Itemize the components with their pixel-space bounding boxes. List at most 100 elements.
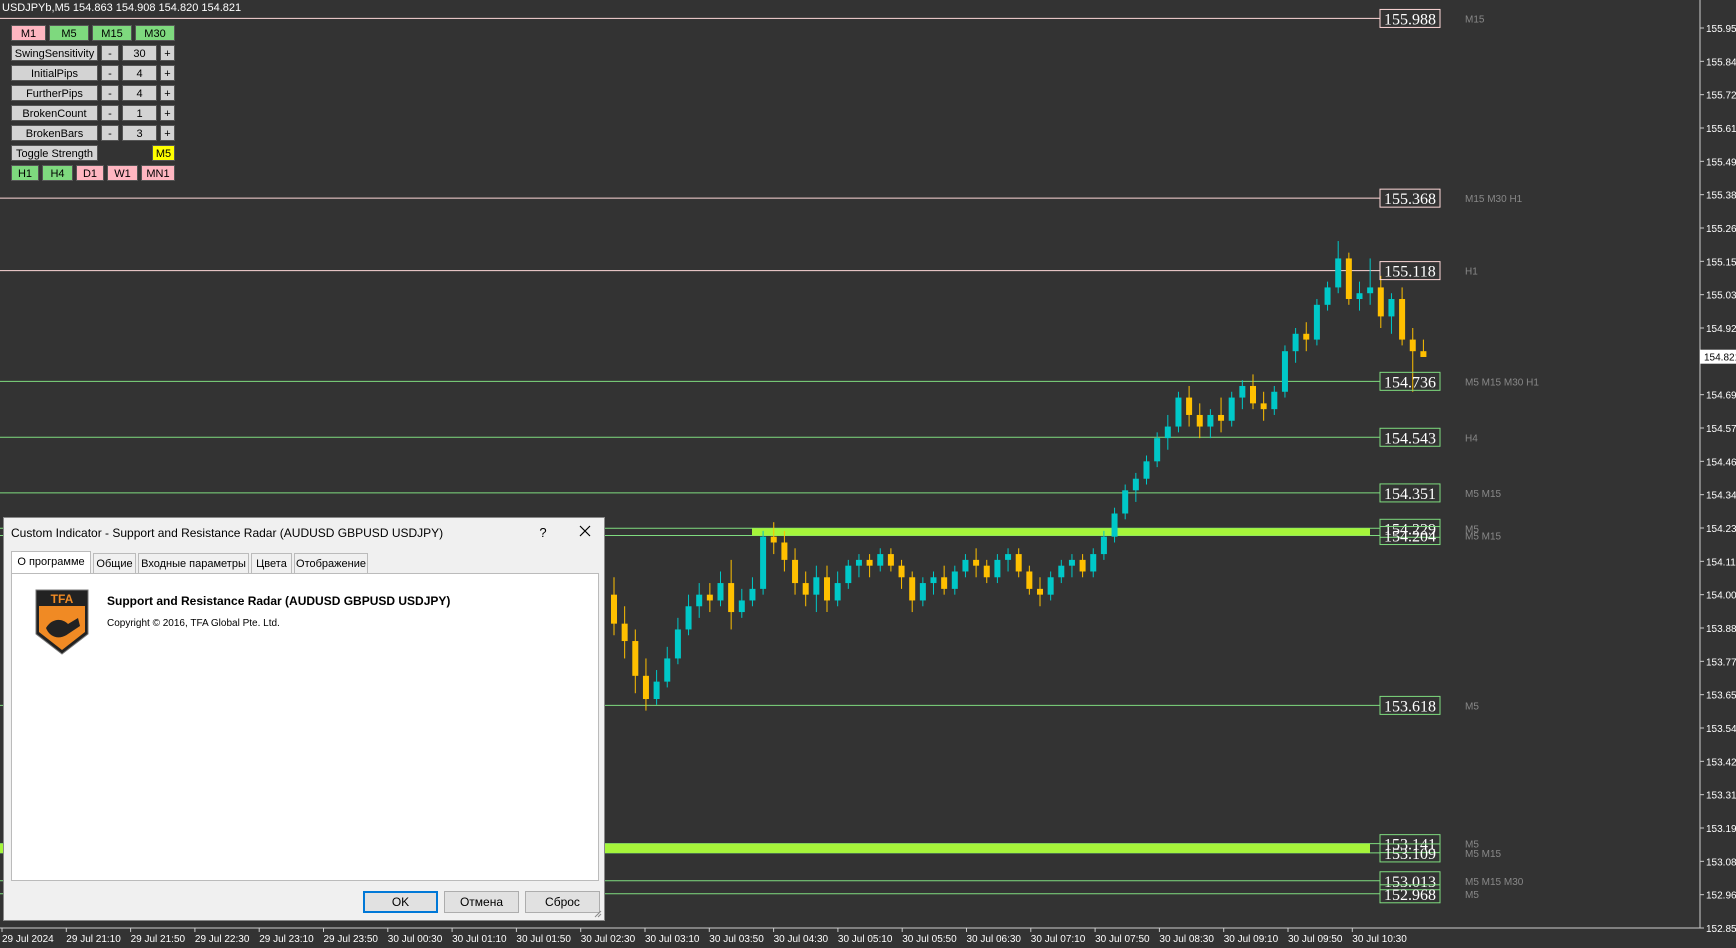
price-tick-label: 153.080 xyxy=(1706,857,1736,868)
tfa-logo: TFA xyxy=(35,589,89,655)
help-button[interactable]: ? xyxy=(532,522,554,544)
param-value: 4 xyxy=(122,85,157,101)
candle-body xyxy=(642,675,649,700)
candle-body xyxy=(1079,559,1086,572)
candle-body xyxy=(973,559,980,566)
toggle-strength-button[interactable]: Toggle Strength xyxy=(11,145,98,161)
tf-button-m5[interactable]: M5 xyxy=(49,25,89,41)
decrement-button[interactable]: - xyxy=(101,65,119,81)
candle-body xyxy=(1239,385,1246,398)
candle-body xyxy=(1207,414,1214,427)
candle-body xyxy=(1356,293,1363,300)
cancel-button[interactable]: Отмена xyxy=(444,891,519,913)
candle-body xyxy=(1260,403,1267,410)
current-price-label: 154.821 xyxy=(1704,353,1736,364)
level-price-label: 154.543 xyxy=(1384,430,1436,447)
candle-body xyxy=(696,594,703,607)
level-timeframes: H4 xyxy=(1465,433,1478,444)
decrement-button[interactable]: - xyxy=(101,45,119,61)
tab-inputs[interactable]: Входные параметры xyxy=(138,553,249,573)
decrement-button[interactable]: - xyxy=(101,125,119,141)
decrement-button[interactable]: - xyxy=(101,85,119,101)
time-tick-label: 29 Jul 23:10 xyxy=(259,934,314,945)
ok-button[interactable]: OK xyxy=(363,891,438,913)
price-tick-label: 152.965 xyxy=(1706,891,1736,902)
price-tick-label: 155.955 xyxy=(1706,24,1736,35)
decrement-button[interactable]: - xyxy=(101,105,119,121)
level-price-label: 154.204 xyxy=(1384,529,1436,546)
candle-body xyxy=(1143,461,1150,479)
time-tick-label: 29 Jul 21:50 xyxy=(131,934,186,945)
candle-body xyxy=(834,583,841,601)
candle-body xyxy=(824,577,830,601)
candle-body xyxy=(728,583,735,613)
time-tick-label: 30 Jul 06:30 xyxy=(967,934,1022,945)
level-timeframes: M5 xyxy=(1465,890,1479,901)
price-tick-label: 155.265 xyxy=(1706,224,1736,235)
price-tick-label: 154.690 xyxy=(1706,391,1736,402)
tf-button-w1[interactable]: W1 xyxy=(107,165,138,181)
candle-body xyxy=(1154,438,1161,462)
candle-body xyxy=(1250,385,1256,404)
tab-colors[interactable]: Цвета xyxy=(251,553,292,573)
candle-body xyxy=(1218,414,1225,421)
symbol-label: USDJPYb,M5 xyxy=(2,2,70,14)
time-tick-label: 30 Jul 10:30 xyxy=(1352,934,1407,945)
candle-body xyxy=(1367,287,1374,294)
price-tick-label: 153.195 xyxy=(1706,824,1736,835)
price-tick-label: 155.150 xyxy=(1706,257,1736,268)
param-value: 30 xyxy=(122,45,157,61)
level-price-label: 152.968 xyxy=(1384,887,1436,904)
tab-visualization[interactable]: Отображение xyxy=(294,553,368,573)
time-tick-label: 30 Jul 02:30 xyxy=(581,934,636,945)
increment-button[interactable]: + xyxy=(160,105,175,121)
price-tick-label: 155.380 xyxy=(1706,191,1736,202)
increment-button[interactable]: + xyxy=(160,125,175,141)
tf-button-mn1[interactable]: MN1 xyxy=(141,165,175,181)
candle-body xyxy=(760,536,767,589)
resize-grip-icon[interactable] xyxy=(594,910,602,918)
candle-body xyxy=(632,641,639,676)
tf-button-d1[interactable]: D1 xyxy=(76,165,104,181)
candle-body xyxy=(1037,588,1043,595)
tf-button-h4[interactable]: H4 xyxy=(42,165,73,181)
candle-body xyxy=(1271,391,1278,410)
candle-body xyxy=(738,600,745,613)
tf-button-m1[interactable]: M1 xyxy=(11,25,46,41)
increment-button[interactable]: + xyxy=(160,45,175,61)
price-tick-label: 154.000 xyxy=(1706,591,1736,602)
tf-button-h1[interactable]: H1 xyxy=(11,165,39,181)
candle-body xyxy=(1175,397,1182,427)
param-label: InitialPips xyxy=(11,65,98,81)
candle-body xyxy=(770,536,777,543)
tab-about[interactable]: О программе xyxy=(11,551,91,573)
candle-body xyxy=(621,623,628,642)
tab-common[interactable]: Общие xyxy=(93,553,136,573)
candle-body xyxy=(930,577,937,584)
reset-button[interactable]: Сброс xyxy=(525,891,600,913)
time-tick-label: 30 Jul 01:50 xyxy=(516,934,571,945)
candle-body xyxy=(813,577,820,595)
price-tick-label: 155.725 xyxy=(1706,91,1736,102)
tf-button-m30[interactable]: M30 xyxy=(135,25,175,41)
param-label: FurtherPips xyxy=(11,85,98,101)
level-price-label: 153.618 xyxy=(1384,698,1436,715)
candle-body xyxy=(1100,536,1107,555)
candle-body xyxy=(1335,258,1342,288)
price-tick-label: 152.850 xyxy=(1706,924,1736,935)
increment-button[interactable]: + xyxy=(160,85,175,101)
time-tick-label: 30 Jul 03:10 xyxy=(645,934,700,945)
time-tick-label: 29 Jul 21:10 xyxy=(66,934,121,945)
close-button[interactable] xyxy=(572,522,598,544)
level-timeframes: M5 xyxy=(1465,701,1479,712)
candle-body xyxy=(653,681,660,700)
candle-body xyxy=(1409,339,1416,352)
candle-body xyxy=(1026,571,1033,589)
toggle-tf-indicator[interactable]: M5 xyxy=(152,145,175,161)
tf-button-m15[interactable]: M15 xyxy=(92,25,132,41)
increment-button[interactable]: + xyxy=(160,65,175,81)
candle-body xyxy=(1399,299,1406,340)
time-tick-label: 29 Jul 23:50 xyxy=(324,934,379,945)
chart-header: USDJPYb,M5 154.863 154.908 154.820 154.8… xyxy=(2,2,241,14)
candle-body xyxy=(664,658,671,682)
